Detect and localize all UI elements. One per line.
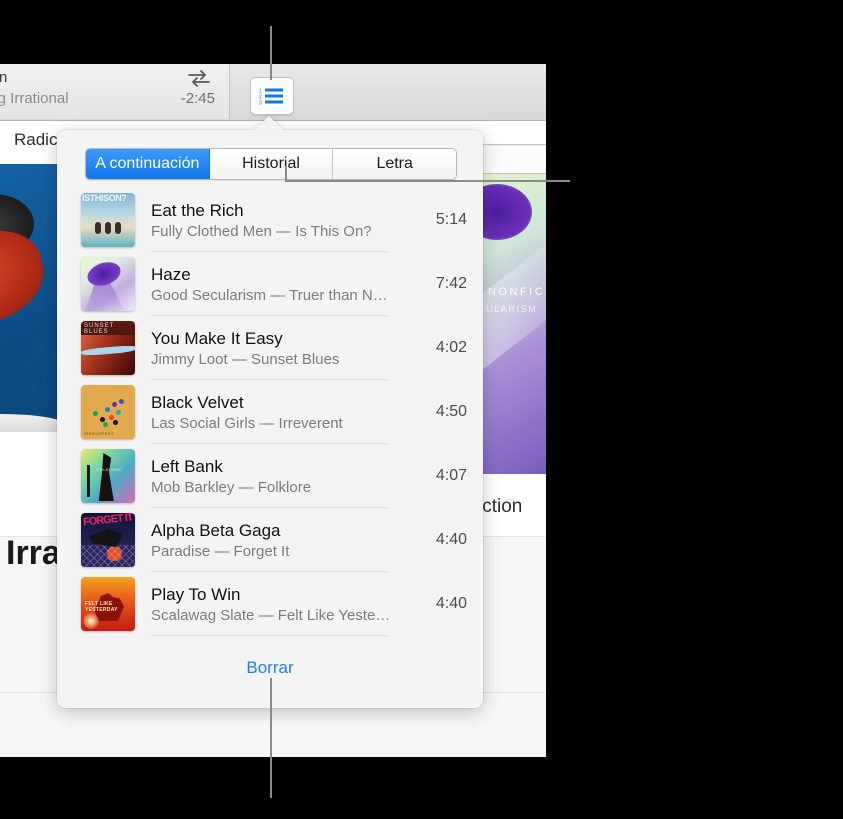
track-subtitle: Jimmy Loot — Sunset Blues bbox=[151, 351, 405, 368]
track-subtitle: Las Social Girls — Irreverent bbox=[151, 415, 405, 432]
album-art: IRREVERENT bbox=[81, 385, 135, 439]
album-art-caption: ISTHISON? bbox=[82, 193, 126, 203]
track-subtitle: Fully Clothed Men — Is This On? bbox=[151, 223, 405, 240]
now-playing-remaining: -2:45 bbox=[181, 90, 215, 107]
callout-line-tabs-horizontal bbox=[285, 180, 570, 182]
album-art bbox=[81, 257, 135, 311]
track-title: You Make It Easy bbox=[151, 329, 405, 349]
album-art-caption: IRREVERENT bbox=[84, 431, 114, 436]
hero-purple-blob bbox=[478, 184, 532, 240]
now-playing-title: rn bbox=[0, 69, 7, 86]
album-art: FELT LIKE YESTERDAY bbox=[81, 577, 135, 631]
svg-text:3: 3 bbox=[259, 101, 262, 106]
track-duration: 7:42 bbox=[405, 275, 483, 293]
hero-artwork-right bbox=[478, 164, 546, 474]
track-text: Haze Good Secularism — Truer than N… bbox=[151, 253, 405, 316]
hero-album-label: iction bbox=[478, 496, 522, 518]
track-text: Alpha Beta Gaga Paradise — Forget It bbox=[151, 509, 405, 572]
hero-caption-nonfiction: NONFICT bbox=[488, 286, 546, 298]
tab-a-continuacion[interactable]: A continuación bbox=[86, 149, 210, 179]
numbered-list-icon: 1 2 3 bbox=[259, 87, 285, 110]
track-title: Black Velvet bbox=[151, 393, 405, 413]
track-row[interactable]: IRREVERENT Black Velvet Las Social Girls… bbox=[57, 380, 483, 444]
nav-item-radio[interactable]: Radic bbox=[14, 130, 57, 150]
track-duration: 4:40 bbox=[405, 531, 483, 549]
album-art: FOLKLORE bbox=[81, 449, 135, 503]
track-text: Black Velvet Las Social Girls — Irrevere… bbox=[151, 381, 405, 444]
clear-queue-button[interactable]: Borrar bbox=[57, 658, 483, 678]
track-duration: 5:14 bbox=[405, 211, 483, 229]
album-art: SUNSET BLUES bbox=[81, 321, 135, 375]
callout-line-clear-button bbox=[270, 678, 272, 798]
popover-arrow bbox=[254, 116, 284, 131]
track-row[interactable]: FOLKLORE Left Bank Mob Barkley — Folklor… bbox=[57, 444, 483, 508]
track-text: You Make It Easy Jimmy Loot — Sunset Blu… bbox=[151, 317, 405, 380]
album-art-caption: FORGET IT bbox=[83, 513, 134, 529]
track-row[interactable]: FORGET IT Alpha Beta Gaga Paradise — For… bbox=[57, 508, 483, 572]
tab-letra[interactable]: Letra bbox=[333, 149, 456, 179]
track-title: Alpha Beta Gaga bbox=[151, 521, 405, 541]
album-art-caption: FOLKLORE bbox=[97, 467, 122, 472]
track-row[interactable]: Haze Good Secularism — Truer than N… 7:4… bbox=[57, 252, 483, 316]
track-subtitle: Scalawag Slate — Felt Like Yeste… bbox=[151, 607, 405, 624]
track-title: Left Bank bbox=[151, 457, 405, 477]
track-title: Play To Win bbox=[151, 585, 405, 605]
track-duration: 4:40 bbox=[405, 595, 483, 613]
album-big-title: Irra bbox=[6, 534, 61, 573]
screenshot-root: Radic Store NONFICT CULARISM iction Irra bbox=[0, 0, 843, 819]
track-subtitle: Mob Barkley — Folklore bbox=[151, 479, 405, 496]
callout-line-queue-button bbox=[270, 26, 272, 80]
track-text: Play To Win Scalawag Slate — Felt Like Y… bbox=[151, 573, 405, 636]
track-duration: 4:50 bbox=[405, 403, 483, 421]
track-subtitle: Good Secularism — Truer than N… bbox=[151, 287, 405, 304]
tab-historial[interactable]: Historial bbox=[210, 149, 334, 179]
track-title: Eat the Rich bbox=[151, 201, 405, 221]
album-art: ISTHISON? bbox=[81, 193, 135, 247]
up-next-track-list: ISTHISON? Eat the Rich Fully Clothed Men… bbox=[57, 188, 483, 653]
album-art-caption: SUNSET BLUES bbox=[84, 323, 135, 335]
repeat-icon[interactable] bbox=[185, 68, 213, 88]
popover-segmented-control[interactable]: A continuación Historial Letra bbox=[85, 148, 457, 180]
album-art: FORGET IT bbox=[81, 513, 135, 567]
track-row[interactable]: SUNSET BLUES You Make It Easy Jimmy Loot… bbox=[57, 316, 483, 380]
hero-caption-secularism: CULARISM bbox=[478, 304, 537, 314]
track-row[interactable]: FELT LIKE YESTERDAY Play To Win Scalawag… bbox=[57, 572, 483, 636]
track-text: Eat the Rich Fully Clothed Men — Is This… bbox=[151, 189, 405, 252]
track-subtitle: Paradise — Forget It bbox=[151, 543, 405, 560]
track-separator bbox=[151, 635, 387, 636]
now-playing-lcd: rn ing Irrational -2:45 bbox=[0, 64, 230, 119]
now-playing-album: ing Irrational bbox=[0, 90, 69, 107]
track-title: Haze bbox=[151, 265, 405, 285]
album-art-caption: FELT LIKE YESTERDAY bbox=[85, 601, 135, 613]
up-next-popover: A continuación Historial Letra ISTHISON?… bbox=[57, 130, 483, 708]
track-duration: 4:02 bbox=[405, 339, 483, 357]
track-duration: 4:07 bbox=[405, 467, 483, 485]
hero-car-top bbox=[0, 221, 52, 336]
track-text: Left Bank Mob Barkley — Folklore bbox=[151, 445, 405, 508]
track-row[interactable]: ISTHISON? Eat the Rich Fully Clothed Men… bbox=[57, 188, 483, 252]
queue-button[interactable]: 1 2 3 bbox=[250, 77, 294, 115]
